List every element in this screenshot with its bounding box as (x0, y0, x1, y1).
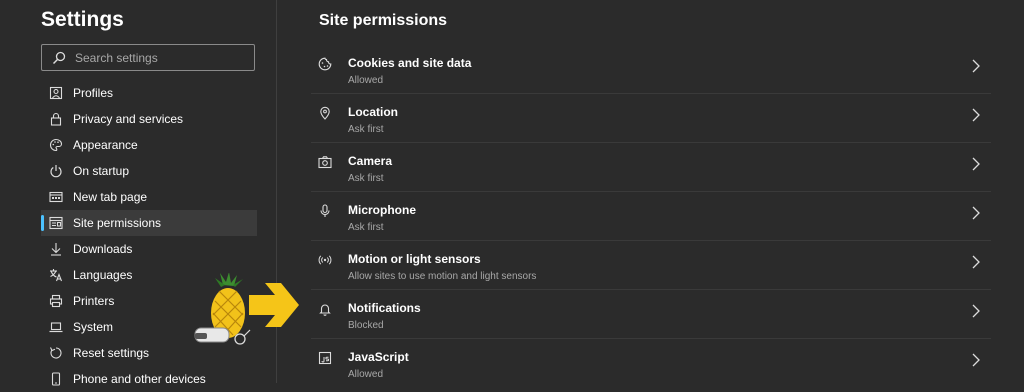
power-icon (49, 164, 63, 178)
permission-row-motion-sensors[interactable]: Motion or light sensors Allow sites to u… (311, 247, 991, 291)
phone-icon (49, 372, 63, 386)
chevron-right-icon (971, 304, 981, 318)
languages-icon (49, 268, 63, 282)
camera-icon (318, 155, 332, 169)
permission-status: Allowed (348, 369, 384, 380)
sidebar-item-label: On startup (73, 164, 130, 178)
permission-status: Ask first (348, 124, 384, 135)
sidebar-item-new-tab-page[interactable]: New tab page (41, 184, 257, 210)
sidebar-item-label: Privacy and services (73, 112, 184, 126)
sidebar-item-label: Languages (73, 268, 133, 282)
sidebar-item-label: Reset settings (73, 346, 150, 360)
permission-row-location[interactable]: Location Ask first (311, 100, 991, 144)
download-icon (49, 242, 63, 256)
permission-name: Notifications (348, 301, 421, 315)
new-tab-icon (49, 190, 63, 204)
row-divider (311, 142, 991, 143)
sidebar-item-label: Profiles (73, 86, 114, 100)
sidebar-item-appearance[interactable]: Appearance (41, 132, 257, 158)
permission-row-microphone[interactable]: Microphone Ask first (311, 198, 991, 242)
bell-icon (318, 302, 332, 316)
pineapple-mascot-arrow (193, 272, 303, 347)
row-divider (311, 191, 991, 192)
chevron-right-icon (971, 59, 981, 73)
permission-name: Camera (348, 154, 393, 168)
search-input[interactable] (75, 50, 245, 65)
sidebar-item-label: Appearance (73, 138, 138, 152)
permission-name: JavaScript (348, 350, 409, 364)
javascript-icon (318, 351, 332, 365)
printer-icon (49, 294, 63, 308)
chevron-right-icon (971, 206, 981, 220)
sidebar-item-downloads[interactable]: Downloads (41, 236, 257, 262)
permission-row-notifications[interactable]: Notifications Blocked (311, 296, 991, 340)
permission-name: Motion or light sensors (348, 252, 481, 266)
sidebar-item-label: System (73, 320, 114, 334)
reset-icon (49, 346, 63, 360)
permission-row-cookies[interactable]: Cookies and site data Allowed (311, 51, 991, 95)
sidebar-item-label: Printers (73, 294, 115, 308)
laptop-icon (49, 320, 63, 334)
permission-name: Location (348, 105, 398, 119)
search-box[interactable] (41, 44, 255, 71)
row-divider (311, 338, 991, 339)
microphone-icon (318, 204, 332, 218)
lock-icon (49, 112, 63, 126)
sidebar-item-label: New tab page (73, 190, 148, 204)
permission-status: Blocked (348, 320, 384, 331)
pineapple-illustration (194, 272, 251, 345)
yellow-arrow (249, 283, 299, 327)
profile-icon (49, 86, 63, 100)
sidebar-item-label: Site permissions (73, 216, 162, 230)
permission-status: Ask first (348, 173, 384, 184)
sensor-icon (318, 253, 332, 267)
sidebar-item-site-permissions[interactable]: Site permissions (41, 210, 257, 236)
row-divider (311, 240, 991, 241)
cookie-icon (318, 57, 332, 71)
palette-icon (49, 138, 63, 152)
permission-row-javascript[interactable]: JavaScript Allowed (311, 345, 991, 389)
chevron-right-icon (971, 353, 981, 367)
chevron-right-icon (971, 157, 981, 171)
sidebar-item-privacy[interactable]: Privacy and services (41, 106, 257, 132)
chevron-right-icon (971, 255, 981, 269)
row-divider (311, 93, 991, 94)
chevron-right-icon (971, 108, 981, 122)
permission-status: Allowed (348, 75, 384, 86)
permission-row-camera[interactable]: Camera Ask first (311, 149, 991, 193)
sidebar-item-on-startup[interactable]: On startup (41, 158, 257, 184)
search-icon (52, 51, 66, 65)
site-permissions-panel: Site permissions Cookies and site data A… (277, 0, 1024, 383)
permission-name: Microphone (348, 203, 416, 217)
site-permissions-icon (49, 216, 63, 230)
permission-status: Ask first (348, 222, 384, 233)
settings-title: Settings (41, 8, 124, 31)
sidebar-item-label: Downloads (73, 242, 133, 256)
permission-status: Allow sites to use motion and light sens… (348, 271, 537, 282)
permission-name: Cookies and site data (348, 56, 472, 70)
page-title: Site permissions (319, 12, 448, 29)
location-pin-icon (318, 106, 332, 120)
sidebar-item-label: Phone and other devices (73, 372, 206, 386)
row-divider (311, 289, 991, 290)
sidebar-item-phone-and-other-devices[interactable]: Phone and other devices (41, 366, 257, 392)
sidebar-item-profiles[interactable]: Profiles (41, 80, 257, 106)
